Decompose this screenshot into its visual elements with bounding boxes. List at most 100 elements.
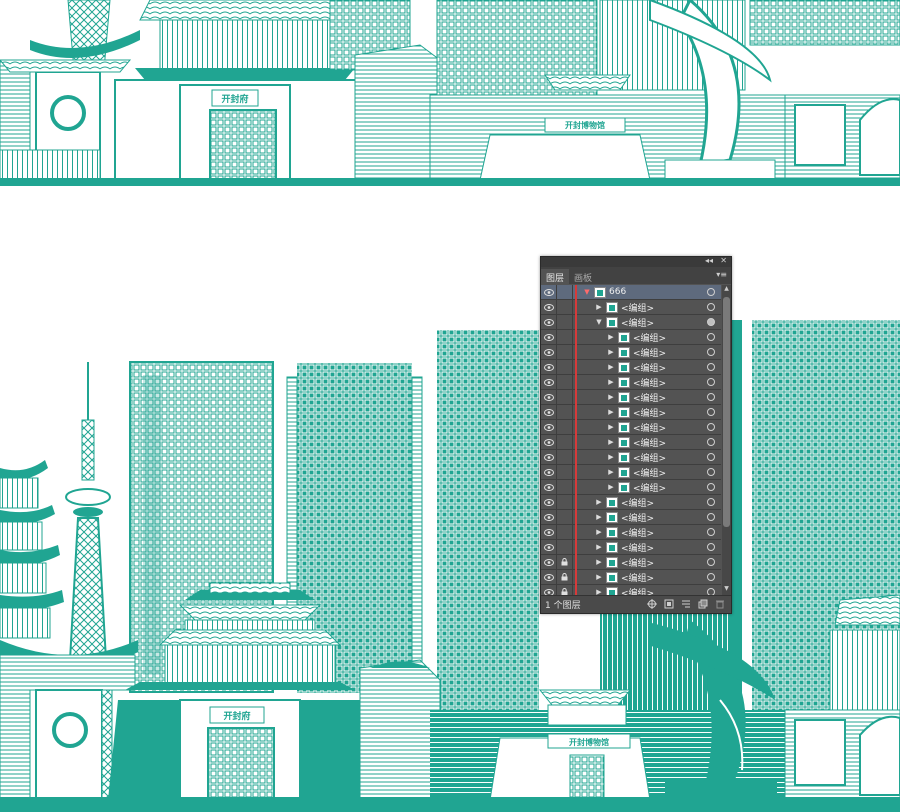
layer-name[interactable]: <编组> <box>633 481 666 494</box>
target-circle-icon[interactable] <box>707 513 715 521</box>
target-circle-icon[interactable] <box>707 453 715 461</box>
visibility-eye-icon[interactable] <box>541 434 557 450</box>
lock-toggle[interactable] <box>557 479 573 495</box>
layer-row[interactable]: ▶ <编组> <box>541 464 721 480</box>
layer-name[interactable]: <编组> <box>633 346 666 359</box>
target-circle-icon[interactable] <box>707 573 715 581</box>
layer-name[interactable]: <编组> <box>621 316 654 329</box>
lock-toggle[interactable] <box>557 449 573 465</box>
lock-toggle[interactable] <box>557 464 573 480</box>
layer-name[interactable]: <编组> <box>621 301 654 314</box>
lock-icon[interactable] <box>557 569 573 585</box>
expand-arrow-icon[interactable]: ▶ <box>607 483 615 491</box>
expand-arrow-icon[interactable]: ▶ <box>595 528 603 536</box>
make-clipping-mask-icon[interactable] <box>664 599 674 609</box>
layer-row[interactable]: ▶ <编组> <box>541 359 721 375</box>
tab-layers[interactable]: 图层 <box>541 269 570 284</box>
layer-row[interactable]: ▶ <编组> <box>541 569 721 585</box>
layer-name[interactable]: <编组> <box>633 451 666 464</box>
layer-row[interactable]: ▶ <编组> <box>541 299 721 315</box>
target-circle-icon[interactable] <box>707 408 715 416</box>
layer-scrollbar-thumb[interactable] <box>723 297 730 527</box>
layer-name[interactable]: <编组> <box>633 466 666 479</box>
expand-arrow-icon[interactable]: ▶ <box>607 393 615 401</box>
target-circle-icon[interactable] <box>707 423 715 431</box>
panel-titlebar[interactable]: ◂◂ ✕ <box>541 256 731 267</box>
scroll-up-icon[interactable]: ▲ <box>722 285 731 295</box>
expand-arrow-icon[interactable]: ▶ <box>595 498 603 506</box>
delete-layer-icon[interactable] <box>715 599 725 609</box>
visibility-eye-icon[interactable] <box>541 359 557 375</box>
expand-arrow-icon[interactable]: ▶ <box>595 588 603 595</box>
layer-name[interactable]: <编组> <box>621 496 654 509</box>
layer-name[interactable]: <编组> <box>621 571 654 584</box>
visibility-eye-icon[interactable] <box>541 509 557 525</box>
lock-toggle[interactable] <box>557 419 573 435</box>
layer-row[interactable]: ▼ <编组> <box>541 314 721 330</box>
expand-arrow-icon[interactable]: ▶ <box>607 378 615 386</box>
collapse-arrow-icon[interactable]: ▼ <box>595 318 603 326</box>
lock-icon[interactable] <box>557 584 573 595</box>
visibility-eye-icon[interactable] <box>541 539 557 555</box>
layer-row[interactable]: ▶ <编组> <box>541 554 721 570</box>
visibility-eye-icon[interactable] <box>541 329 557 345</box>
visibility-eye-icon[interactable] <box>541 554 557 570</box>
lock-toggle[interactable] <box>557 285 573 300</box>
layer-name[interactable]: <编组> <box>633 361 666 374</box>
tab-artboards[interactable]: 画板 <box>569 269 597 284</box>
target-circle-icon[interactable] <box>707 378 715 386</box>
target-circle-icon[interactable] <box>707 438 715 446</box>
target-circle-icon[interactable] <box>707 318 715 326</box>
visibility-eye-icon[interactable] <box>541 449 557 465</box>
expand-arrow-icon[interactable]: ▶ <box>595 573 603 581</box>
lock-toggle[interactable] <box>557 374 573 390</box>
layer-list[interactable]: ▼ 666 ▶ <编组> ▼ <编组> ▶ <编组> ▶ <编组> ▶ <编组> ▶ <编组> ▶ <编组> ▶… <box>541 285 721 595</box>
layer-name[interactable]: <编组> <box>633 436 666 449</box>
visibility-eye-icon[interactable] <box>541 389 557 405</box>
visibility-eye-icon[interactable] <box>541 374 557 390</box>
layer-row[interactable]: ▶ <编组> <box>541 344 721 360</box>
layer-row[interactable]: ▶ <编组> <box>541 494 721 510</box>
layer-name[interactable]: <编组> <box>621 586 654 596</box>
visibility-eye-icon[interactable] <box>541 299 557 315</box>
collapse-arrow-icon[interactable]: ▼ <box>583 288 591 296</box>
visibility-eye-icon[interactable] <box>541 584 557 595</box>
lock-toggle[interactable] <box>557 404 573 420</box>
lock-toggle[interactable] <box>557 344 573 360</box>
lock-toggle[interactable] <box>557 524 573 540</box>
collapse-panel-button[interactable]: ◂◂ <box>705 256 713 265</box>
layer-row[interactable]: ▶ <编组> <box>541 509 721 525</box>
layer-row[interactable]: ▶ <编组> <box>541 479 721 495</box>
layer-row[interactable]: ▶ <编组> <box>541 404 721 420</box>
locate-object-icon[interactable] <box>647 599 657 609</box>
visibility-eye-icon[interactable] <box>541 419 557 435</box>
expand-arrow-icon[interactable]: ▶ <box>595 543 603 551</box>
layer-name[interactable]: <编组> <box>633 331 666 344</box>
lock-toggle[interactable] <box>557 434 573 450</box>
visibility-eye-icon[interactable] <box>541 344 557 360</box>
target-circle-icon[interactable] <box>707 468 715 476</box>
expand-arrow-icon[interactable]: ▶ <box>607 333 615 341</box>
lock-toggle[interactable] <box>557 329 573 345</box>
layer-name[interactable]: <编组> <box>633 376 666 389</box>
layer-row[interactable]: ▶ <编组> <box>541 584 721 596</box>
visibility-eye-icon[interactable] <box>541 494 557 510</box>
expand-arrow-icon[interactable]: ▶ <box>607 453 615 461</box>
new-sublayer-icon[interactable] <box>681 599 691 609</box>
layer-row-top[interactable]: ▼ 666 <box>541 285 721 300</box>
layer-name[interactable]: <编组> <box>621 511 654 524</box>
lock-toggle[interactable] <box>557 539 573 555</box>
lock-toggle[interactable] <box>557 299 573 315</box>
close-panel-button[interactable]: ✕ <box>720 256 727 265</box>
layer-name[interactable]: 666 <box>609 287 626 297</box>
layer-row[interactable]: ▶ <编组> <box>541 449 721 465</box>
layer-row[interactable]: ▶ <编组> <box>541 419 721 435</box>
visibility-eye-icon[interactable] <box>541 479 557 495</box>
target-circle-icon[interactable] <box>707 288 715 296</box>
visibility-eye-icon[interactable] <box>541 285 557 300</box>
expand-arrow-icon[interactable]: ▶ <box>607 423 615 431</box>
target-circle-icon[interactable] <box>707 543 715 551</box>
expand-arrow-icon[interactable]: ▶ <box>595 513 603 521</box>
target-circle-icon[interactable] <box>707 528 715 536</box>
layer-row[interactable]: ▶ <编组> <box>541 524 721 540</box>
